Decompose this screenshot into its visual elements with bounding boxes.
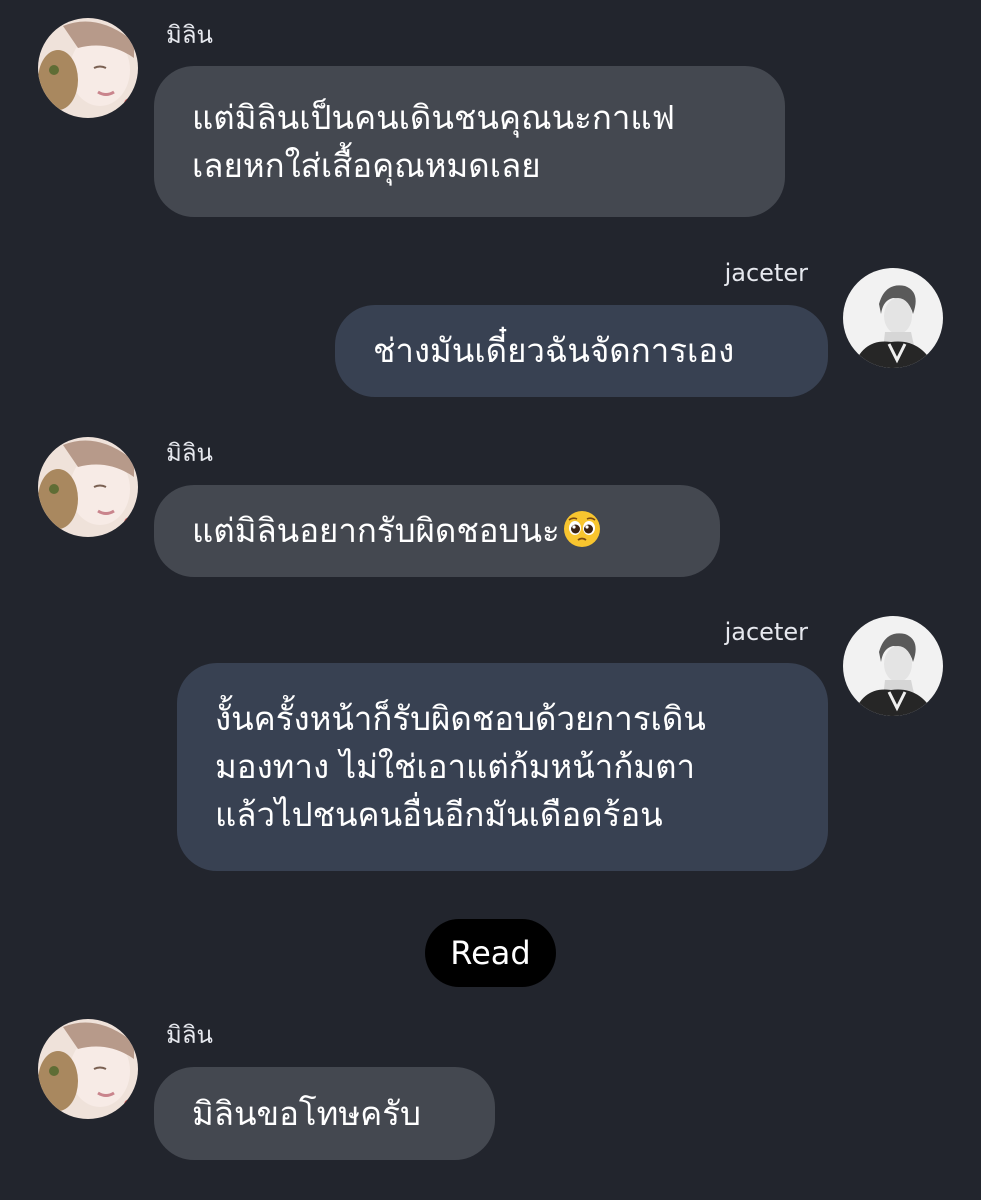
message-text: แต่มิลินเป็นคนเดินชนคุณนะกาแฟ [192, 97, 675, 137]
message-text: มิลินขอโทษครับ [192, 1093, 421, 1133]
sender-avatar-milin[interactable] [38, 18, 138, 118]
message-text: แต่มิลินอยากรับผิดชอบนะ [192, 511, 560, 550]
sender-avatar-milin[interactable] [38, 1019, 138, 1119]
sender-name: มิลิน [166, 1021, 213, 1049]
sender-name: มิลิน [166, 21, 213, 49]
message-text: มองทาง ไม่ใช่เอาแต่ก้มหน้าก้มตา [215, 747, 696, 786]
message-bubble-incoming[interactable]: มิลินขอโทษครับ [154, 1067, 495, 1160]
sender-name: jaceter [724, 259, 808, 287]
sender-name: มิลิน [166, 439, 213, 467]
sender-avatar-jaceter[interactable] [843, 268, 943, 368]
message-text: เลยหกใส่เสื้อคุณหมดเลย [192, 145, 541, 185]
sender-avatar-jaceter[interactable] [843, 616, 943, 716]
message-bubble-outgoing[interactable]: ช่างมันเดี๋ยวฉันจัดการเอง [335, 305, 828, 397]
sender-avatar-milin[interactable] [38, 437, 138, 537]
message-text: แล้วไปชนคนอื่นอีกมันเดือดร้อน [215, 795, 663, 834]
message-bubble-incoming[interactable]: แต่มิลินเป็นคนเดินชนคุณนะกาแฟ เลยหกใส่เส… [154, 66, 785, 217]
message-bubble-outgoing[interactable]: งั้นครั้งหน้าก็รับผิดชอบด้วยการเดิน มองท… [177, 663, 828, 871]
message-bubble-incoming[interactable]: แต่มิลินอยากรับผิดชอบนะ [154, 485, 720, 577]
message-text: ช่างมันเดี๋ยวฉันจัดการเอง [373, 331, 735, 370]
message-line: แต่มิลินอยากรับผิดชอบนะ [192, 507, 682, 555]
message-text: งั้นครั้งหน้าก็รับผิดชอบด้วยการเดิน [215, 699, 706, 738]
pleading-face-emoji [563, 511, 600, 547]
sender-name: jaceter [724, 618, 808, 646]
read-status-badge: Read [425, 919, 556, 987]
